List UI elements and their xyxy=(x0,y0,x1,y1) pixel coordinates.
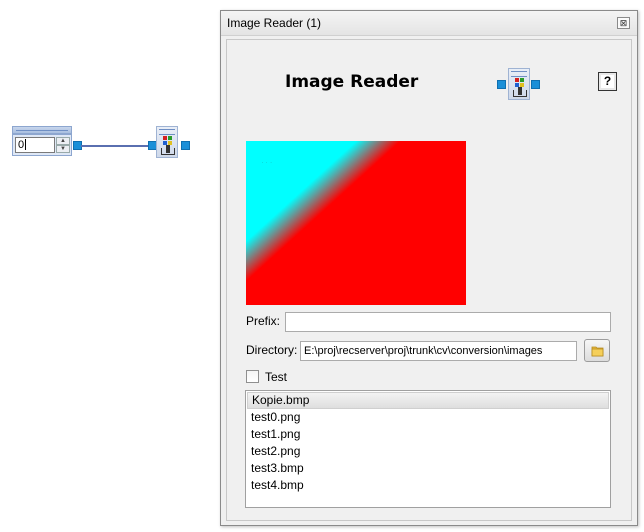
dialog-titlebar[interactable]: Image Reader (1) ⊠ xyxy=(221,11,637,36)
close-icon[interactable]: ⊠ xyxy=(617,17,630,29)
image-reader-icon xyxy=(508,68,530,100)
test-checkbox[interactable] xyxy=(246,370,259,383)
prefix-input[interactable] xyxy=(285,312,611,332)
list-item[interactable]: test1.png xyxy=(246,426,610,443)
spin-down-icon[interactable]: ▼ xyxy=(56,145,70,153)
node-header-stripes xyxy=(159,129,175,135)
spinbox-input[interactable]: 0 xyxy=(15,137,55,153)
int-input-node[interactable]: 0 ▲ ▼ xyxy=(12,126,72,156)
dialog-title: Image Reader (1) xyxy=(227,16,322,30)
preview-marks: . . . xyxy=(262,159,273,164)
tray-glyph xyxy=(161,148,175,155)
directory-input[interactable]: E:\proj\recserver\proj\trunk\cv\conversi… xyxy=(300,341,577,361)
list-item[interactable]: test4.bmp xyxy=(246,477,610,494)
file-list[interactable]: Kopie.bmp test0.png test1.png test2.png … xyxy=(245,390,611,508)
browse-folder-button[interactable] xyxy=(584,339,610,362)
help-icon[interactable]: ? xyxy=(598,72,617,91)
tray-glyph xyxy=(513,90,527,97)
node-header-bar[interactable] xyxy=(12,126,72,134)
spinbox-value: 0 xyxy=(18,139,25,151)
folder-icon xyxy=(591,346,604,357)
node-header-stripes xyxy=(511,71,527,77)
text-caret xyxy=(25,139,27,150)
image-preview: . . . xyxy=(246,141,466,305)
spinbox-buttons[interactable]: ▲ ▼ xyxy=(56,137,70,153)
image-reader-header-icon xyxy=(497,68,541,102)
dialog-content: Image Reader ? . . . Prefix: Directory: … xyxy=(226,39,632,521)
directory-label: Directory: xyxy=(246,343,298,357)
image-reader-icon[interactable] xyxy=(156,126,178,158)
list-item[interactable]: test3.bmp xyxy=(246,460,610,477)
input-port-icon xyxy=(497,80,506,89)
output-port-icon xyxy=(531,80,540,89)
list-item[interactable]: test0.png xyxy=(246,409,610,426)
connection-wire[interactable] xyxy=(81,145,150,147)
output-port-icon[interactable] xyxy=(181,141,190,150)
spin-up-icon[interactable]: ▲ xyxy=(56,137,70,145)
preview-gradient xyxy=(246,141,466,305)
image-reader-dialog[interactable]: Image Reader (1) ⊠ Image Reader ? . . . … xyxy=(220,10,638,526)
spinbox[interactable]: 0 ▲ ▼ xyxy=(12,134,72,156)
prefix-label: Prefix: xyxy=(246,314,281,328)
header-title: Image Reader xyxy=(285,72,419,92)
test-label: Test xyxy=(265,370,288,384)
list-item[interactable]: Kopie.bmp xyxy=(247,392,609,409)
image-reader-node[interactable] xyxy=(156,126,180,160)
list-item[interactable]: test2.png xyxy=(246,443,610,460)
